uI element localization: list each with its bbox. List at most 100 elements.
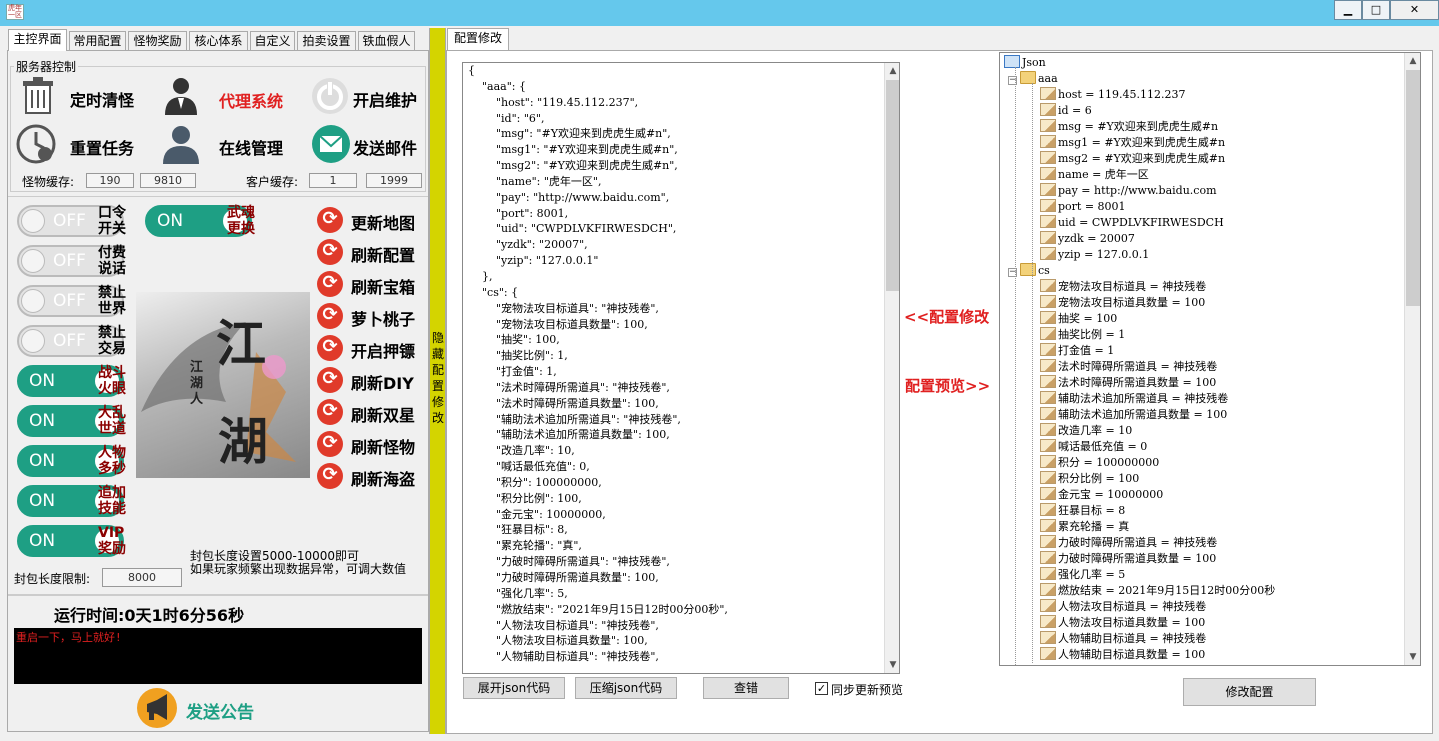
tree-leaf[interactable]: 抽奖比例 = 1 [1040, 327, 1125, 343]
refresh-button-2[interactable]: 刷新宝箱 [351, 274, 415, 298]
file-icon [1040, 167, 1056, 180]
tree-leaf[interactable]: msg2 = #Y欢迎来到虎虎生威#n [1040, 151, 1225, 167]
tree-leaf[interactable]: 积分比例 = 100 [1040, 471, 1139, 487]
tree-leaf[interactable]: yzip = 127.0.0.1 [1040, 247, 1149, 263]
online-manage-button[interactable]: 在线管理 [219, 135, 283, 159]
tab-common-config[interactable]: 常用配置 [69, 31, 126, 51]
agent-system-button[interactable]: 代理系统 [219, 88, 283, 112]
tab-iron-blood-bot[interactable]: 铁血假人 [358, 31, 415, 51]
tree-leaf[interactable]: 狂暴目标 = 8 [1040, 503, 1125, 519]
refresh-icon[interactable]: ⟳ [317, 207, 343, 233]
power-icon[interactable] [311, 77, 349, 115]
reset-tasks-button[interactable]: 重置任务 [70, 135, 134, 159]
trash-icon[interactable] [20, 77, 56, 115]
refresh-icon[interactable]: ⟳ [317, 271, 343, 297]
megaphone-icon[interactable] [137, 688, 177, 728]
refresh-icon[interactable]: ⟳ [317, 239, 343, 265]
agent-icon[interactable] [162, 77, 200, 115]
json-tree-preview[interactable]: Json − aaa host = 119.45.112.237 id = 6 msg =… [999, 52, 1421, 666]
modify-config-button[interactable]: 修改配置 [1183, 678, 1316, 706]
tree-leaf[interactable]: 力破时障碍所需道具数量 = 100 [1040, 551, 1216, 567]
tree-leaf[interactable]: 人物法攻目标道具数量 = 100 [1040, 615, 1205, 631]
sync-preview-checkbox[interactable]: ✓ [815, 682, 828, 695]
send-announcement-button[interactable]: 发送公告 [186, 698, 254, 723]
tree-leaf[interactable]: 打金值 = 1 [1040, 343, 1114, 359]
tree-leaf[interactable]: 喊话最低充值 = 0 [1040, 439, 1147, 455]
refresh-button-6[interactable]: 刷新双星 [351, 402, 415, 426]
refresh-icon[interactable]: ⟳ [317, 303, 343, 329]
sync-preview-label[interactable]: 同步更新预览 [831, 681, 903, 698]
tree-scrollbar[interactable]: ▲ ▼ [1404, 53, 1420, 665]
refresh-button-3[interactable]: 萝卜桃子 [351, 306, 415, 330]
refresh-button-5[interactable]: 刷新DIY [351, 370, 414, 394]
clear-monsters-button[interactable]: 定时清怪 [70, 87, 134, 111]
refresh-icon[interactable]: ⟳ [317, 367, 343, 393]
tree-leaf[interactable]: 改造几率 = 10 [1040, 423, 1132, 439]
scroll-down-arrow[interactable]: ▼ [1405, 649, 1420, 665]
tree-leaf[interactable]: name = 虎年一区 [1040, 167, 1149, 183]
tree-leaf[interactable]: 燃放结束 = 2021年9月15日12时00分00秒 [1040, 583, 1275, 599]
expand-json-button[interactable]: 展开json代码 [463, 677, 565, 699]
scroll-down-arrow[interactable]: ▼ [885, 657, 899, 673]
tree-leaf[interactable]: 宠物法攻目标道具 = 神技残卷 [1040, 279, 1206, 295]
tab-core-system[interactable]: 核心体系 [189, 31, 248, 51]
send-mail-button[interactable]: 发送邮件 [353, 135, 417, 159]
tree-leaf[interactable]: 强化几率 = 5 [1040, 567, 1125, 583]
refresh-icon[interactable]: ⟳ [317, 431, 343, 457]
scroll-thumb[interactable] [1406, 70, 1420, 306]
compress-json-button[interactable]: 压缩json代码 [575, 677, 677, 699]
reset-task-icon[interactable] [16, 124, 56, 164]
tree-leaf[interactable]: 法术时障碍所需道具 = 神技残卷 [1040, 359, 1217, 375]
tree-leaf[interactable]: id = 6 [1040, 103, 1092, 119]
online-users-icon[interactable] [160, 124, 202, 164]
tree-leaf[interactable]: 辅助法术追加所需道具数量 = 100 [1040, 407, 1227, 423]
tree-node[interactable]: Json [1004, 55, 1046, 71]
refresh-icon[interactable]: ⟳ [317, 399, 343, 425]
tree-leaf[interactable]: yzdk = 20007 [1040, 231, 1135, 247]
tab-monster-reward[interactable]: 怪物奖励 [128, 31, 187, 51]
tree-leaf[interactable]: msg1 = #Y欢迎来到虎虎生威#n [1040, 135, 1225, 151]
maintenance-button[interactable]: 开启维护 [353, 87, 417, 111]
refresh-button-7[interactable]: 刷新怪物 [351, 434, 415, 458]
tree-leaf[interactable]: 辅助法术追加所需道具 = 神技残卷 [1040, 391, 1228, 407]
refresh-button-8[interactable]: 刷新海盗 [351, 466, 415, 490]
refresh-button-1[interactable]: 刷新配置 [351, 242, 415, 266]
tree-leaf[interactable]: pay = http://www.baidu.com [1040, 183, 1217, 199]
tree-leaf[interactable]: 力破时障碍所需道具 = 神技残卷 [1040, 535, 1217, 551]
tree-leaf[interactable]: 人物辅助目标道具数量 = 100 [1040, 647, 1205, 663]
hide-config-label[interactable]: 隐藏配置修改 [432, 330, 444, 426]
tab-custom[interactable]: 自定义 [250, 31, 295, 51]
scroll-up-arrow[interactable]: ▲ [1405, 53, 1420, 69]
tree-leaf[interactable]: 积分 = 100000000 [1040, 455, 1159, 471]
scroll-up-arrow[interactable]: ▲ [885, 63, 899, 79]
tree-leaf[interactable]: 抽奖 = 100 [1040, 311, 1117, 327]
tree-leaf[interactable]: 人物法攻目标道具 = 神技残卷 [1040, 599, 1206, 615]
tree-leaf[interactable]: uid = CWPDLVKFIRWESDCH [1040, 215, 1224, 231]
mail-icon[interactable] [311, 124, 351, 164]
tree-leaf[interactable]: msg = #Y欢迎来到虎虎生威#n [1040, 119, 1218, 135]
tree-leaf[interactable]: 金元宝 = 10000000 [1040, 487, 1163, 503]
refresh-button-4[interactable]: 开启押镖 [351, 338, 415, 362]
maximize-button[interactable]: □ [1362, 0, 1390, 20]
refresh-icon[interactable]: ⟳ [317, 463, 343, 489]
tree-leaf[interactable]: 累充轮播 = 真 [1040, 519, 1129, 535]
tree-leaf[interactable]: 人物辅助目标道具 = 神技残卷 [1040, 631, 1206, 647]
json-code-editor[interactable]: { "aaa": { "host": "119.45.112.237", "id… [462, 62, 900, 674]
packet-limit-input[interactable]: 8000 [102, 568, 182, 587]
close-button[interactable]: ✕ [1390, 0, 1439, 20]
tree-leaf[interactable]: 法术时障碍所需道具数量 = 100 [1040, 375, 1216, 391]
tree-leaf[interactable]: host = 119.45.112.237 [1040, 87, 1185, 103]
tab-auction-settings[interactable]: 拍卖设置 [297, 31, 356, 51]
check-errors-button[interactable]: 查错 [703, 677, 789, 699]
refresh-button-0[interactable]: 更新地图 [351, 210, 415, 234]
refresh-icon[interactable]: ⟳ [317, 335, 343, 361]
tab-main-control[interactable]: 主控界面 [8, 29, 67, 51]
scroll-thumb[interactable] [886, 80, 899, 291]
tree-leaf[interactable]: 宠物法攻目标道具数量 = 100 [1040, 295, 1205, 311]
code-scrollbar[interactable]: ▲ ▼ [884, 63, 899, 673]
json-code-text[interactable]: { "aaa": { "host": "119.45.112.237", "id… [468, 63, 728, 665]
minimize-button[interactable]: ▁ [1334, 0, 1362, 20]
file-icon [1040, 151, 1056, 164]
tab-config-edit[interactable]: 配置修改 [447, 28, 509, 50]
tree-leaf[interactable]: port = 8001 [1040, 199, 1126, 215]
